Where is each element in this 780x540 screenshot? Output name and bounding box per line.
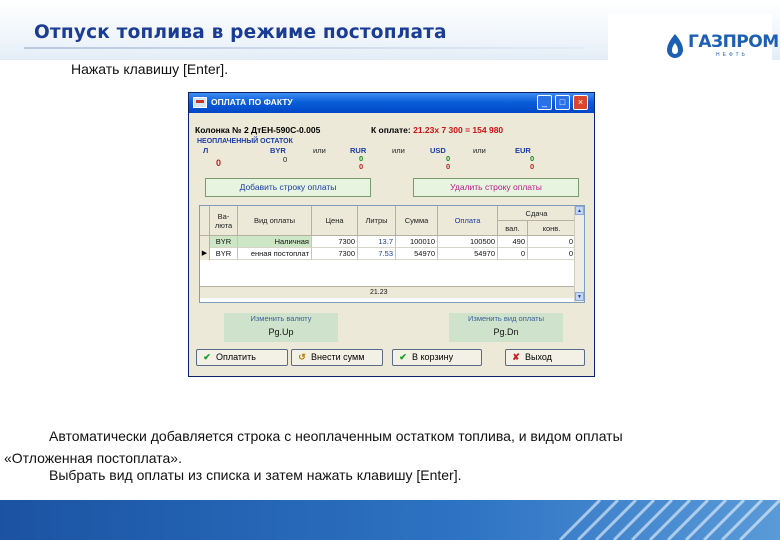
grid-totals-row: 21.23 [200,286,574,298]
checkmark-icon: ✔ [203,352,211,362]
change-paytype-caption: Изменить вид оплаты [468,314,544,323]
table-cell-payment[interactable]: 100500 [438,236,498,248]
exit-button[interactable]: ✘ Выход [505,349,585,366]
table-cell-payment[interactable]: 54970 [438,248,498,260]
liters-label: Л [203,146,209,155]
cart-button[interactable]: ✔ В корзину [392,349,482,366]
grid-vertical-scrollbar[interactable]: ▲ ▼ [574,206,584,302]
amount-due-value: 21.23x 7 300 = 154 980 [413,125,504,135]
add-payment-row-button[interactable]: Добавить строку оплаты [205,178,371,197]
row-indicator-header [200,206,210,236]
cross-icon: ✘ [512,352,520,362]
col-sum-header: Сумма [396,206,438,236]
col-liters-header: Литры [358,206,396,236]
change-paytype-key: Pg.Dn [493,327,519,337]
or-1: или [313,146,326,155]
table-cell-change-conv[interactable]: 0 [528,248,576,260]
rur-value-2: 0 [359,162,364,171]
table-cell-change-cur[interactable]: 0 [498,248,528,260]
usd-label: USD [430,146,446,155]
header-divider [24,47,584,49]
logo-subtext: НЕФТЬ [716,52,748,58]
window-title: ОПЛАТА ПО ФАКТУ [211,97,293,107]
table-cell-change-conv[interactable]: 0 [528,236,576,248]
enter-sum-button-label: Внести сумм [311,352,365,362]
table-cell-change-cur[interactable]: 490 [498,236,528,248]
window-titlebar: ОПЛАТА ПО ФАКТУ _ □ × [189,93,594,113]
table-cell-paytype[interactable]: енная постоплат [238,248,312,260]
slide-title: Отпуск топлива в режиме постоплата [34,22,447,43]
row-indicator[interactable] [200,236,210,248]
col-payment-header: Оплата [438,206,498,236]
footer-stripes-decoration [558,500,780,540]
change-currency-panel[interactable]: Изменить валюту Pg.Up [224,313,338,342]
col-change-cur-header: вал. [498,221,528,236]
minimize-button[interactable]: _ [537,95,552,110]
eur-value-2: 0 [530,162,535,171]
delete-payment-row-button[interactable]: Удалить строку оплаты [413,178,579,197]
row-indicator-current[interactable]: ▶ [200,248,210,260]
col-currency-header-line1: Ва- [217,212,230,221]
checkmark-icon: ✔ [399,352,407,362]
maximize-button[interactable]: □ [555,95,570,110]
table-cell-currency[interactable]: BYR [210,248,238,260]
exit-button-label: Выход [525,352,552,362]
col-change-conv-header: конв. [528,221,576,236]
eur-label: EUR [515,146,531,155]
unpaid-balance-label: НЕОПЛАЧЕННЫЙ ОСТАТОК [197,138,293,145]
close-button[interactable]: × [573,95,588,110]
instruction-top: Нажать клавишу [Enter]. [71,61,229,77]
flame-icon [667,34,683,58]
table-cell-liters[interactable]: 7.53 [358,248,396,260]
change-currency-caption: Изменить валюту [250,314,312,323]
enter-sum-button[interactable]: ↺ Внести сумм [291,349,383,366]
table-cell-liters[interactable]: 13.7 [358,236,396,248]
column-info: Колонка № 2 ДтЕН-590С-0.005 [195,125,321,135]
instruction-bottom: Автоматически добавляется строка с неопл… [4,425,767,466]
liters-value: 0 [216,158,222,168]
table-cell-currency[interactable]: BYR [210,236,238,248]
app-icon [193,97,207,108]
change-currency-key: Pg.Up [268,327,294,337]
amount-due-label: К оплате: [371,125,411,135]
table-cell-price[interactable]: 7300 [312,236,358,248]
byr-value: 0 [283,155,288,164]
amount-due: К оплате: 21.23x 7 300 = 154 980 [371,125,503,135]
or-3: или [473,146,486,155]
slide-footer [0,500,780,540]
window-body: Колонка № 2 ДтЕН-590С-0.005 К оплате: 21… [193,117,590,374]
pay-button[interactable]: ✔ Оплатить [196,349,288,366]
total-liters: 21.23 [370,289,388,296]
payment-window: ОПЛАТА ПО ФАКТУ _ □ × Колонка № 2 ДтЕН-5… [188,92,595,377]
pay-button-label: Оплатить [216,352,256,362]
col-currency-header: Ва- люта [210,206,238,236]
cart-button-label: В корзину [412,352,454,362]
table-cell-paytype[interactable]: Наличная [238,236,312,248]
or-2: или [392,146,405,155]
instruction-bottom-line1: Автоматически добавляется строка с неопл… [49,428,623,444]
instruction-bottom-line3: Выбрать вид оплаты из списка и затем наж… [49,467,462,483]
col-price-header: Цена [312,206,358,236]
table-cell-sum[interactable]: 100010 [396,236,438,248]
undo-icon: ↺ [298,352,306,362]
table-cell-sum[interactable]: 54970 [396,248,438,260]
col-paytype-header: Вид оплаты [238,206,312,236]
logo-text: ГАЗПРОМ [688,32,779,52]
col-currency-header-line2: люта [214,221,233,230]
instruction-bottom-line2: «Отложенная постоплата». [4,450,182,466]
scroll-up-icon[interactable]: ▲ [575,206,584,215]
usd-value-2: 0 [446,162,451,171]
col-change-header: Сдача [498,206,576,221]
scroll-down-icon[interactable]: ▼ [575,292,584,301]
table-cell-price[interactable]: 7300 [312,248,358,260]
byr-label: BYR [270,146,286,155]
change-paytype-panel[interactable]: Изменить вид оплаты Pg.Dn [449,313,563,342]
company-logo: ГАЗПРОМ НЕФТЬ [608,14,779,62]
payments-grid: Ва- люта Вид оплаты Цена Литры Сумма Опл… [199,205,585,303]
